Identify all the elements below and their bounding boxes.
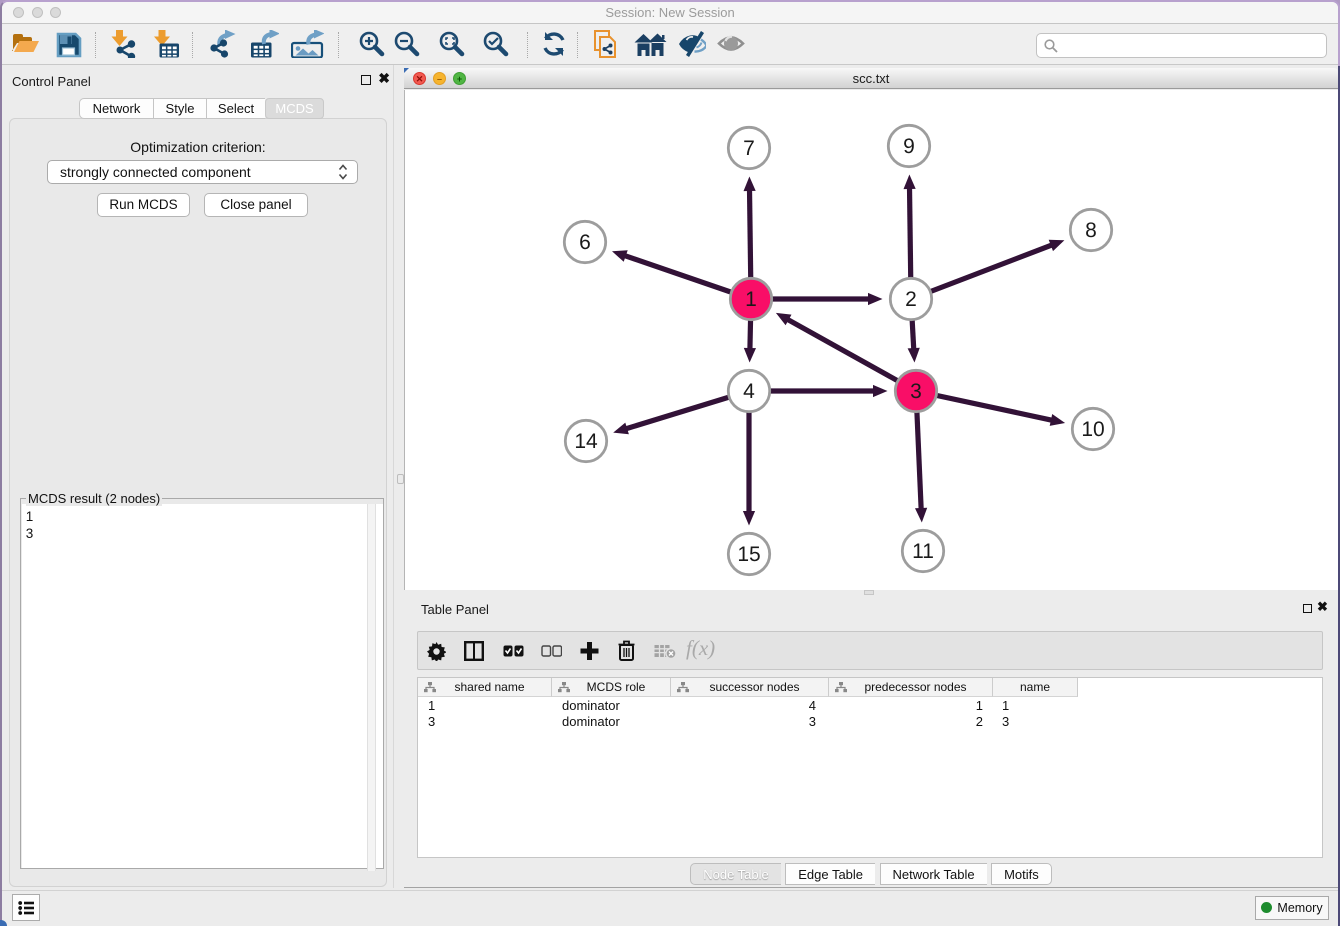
svg-text:7: 7	[743, 137, 755, 160]
svg-text:15: 15	[737, 543, 760, 566]
svg-text:2: 2	[905, 288, 917, 311]
svg-text:9: 9	[903, 135, 915, 158]
svg-text:11: 11	[912, 540, 934, 563]
svg-text:1: 1	[745, 288, 757, 311]
svg-text:3: 3	[910, 380, 922, 403]
svg-text:4: 4	[743, 380, 755, 403]
svg-text:10: 10	[1081, 418, 1104, 441]
svg-text:14: 14	[574, 430, 598, 453]
svg-text:6: 6	[579, 231, 591, 254]
svg-text:8: 8	[1085, 219, 1097, 242]
